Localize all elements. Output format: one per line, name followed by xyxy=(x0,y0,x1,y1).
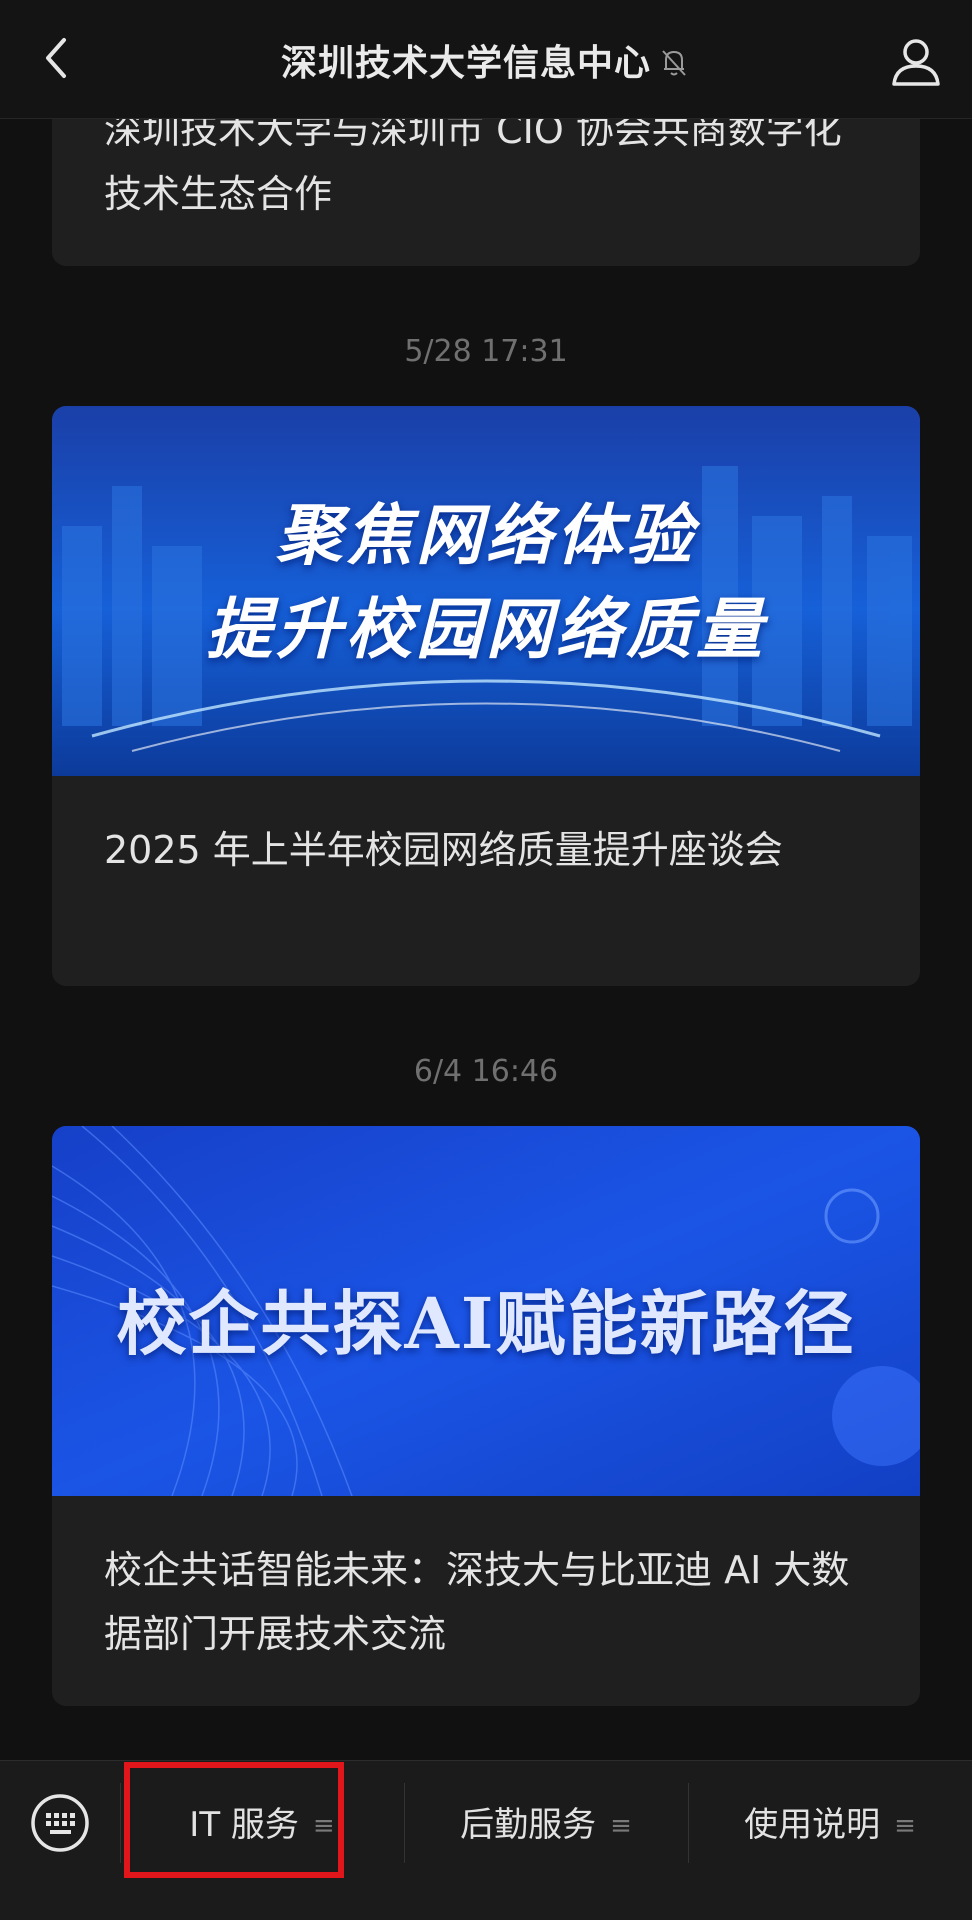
article-banner-image: 聚焦网络体验 提升校园网络质量 xyxy=(52,406,920,776)
menu-lines-icon: ≡ xyxy=(894,1811,916,1841)
banner-subheadline: 提升校园网络质量 xyxy=(206,591,766,668)
article-title: 校企共话智能未来：深技大与比亚迪 AI 大数据部门开展技术交流 xyxy=(104,1548,850,1656)
article-banner-image: 校企共探AI赋能新路径 xyxy=(52,1126,920,1496)
menu-item-label: 后勤服务 xyxy=(460,1805,597,1845)
person-icon[interactable] xyxy=(886,32,946,92)
article-title: 2025 年上半年校园网络质量提升座谈会 xyxy=(104,828,783,872)
keyboard-icon[interactable] xyxy=(30,1793,90,1853)
banner-headline: 校企共探AI赋能新路径 xyxy=(116,1282,856,1365)
banner-headline: 聚焦网络体验 xyxy=(276,497,696,574)
highlight-annotation-box xyxy=(124,1762,344,1878)
chat-screen: 深圳技术大学与深圳市 CIO 协会共商数字化技术生态合作 5/28 17:31 xyxy=(0,0,972,1920)
menu-lines-icon: ≡ xyxy=(610,1811,632,1841)
message-list[interactable]: 深圳技术大学与深圳市 CIO 协会共商数字化技术生态合作 5/28 17:31 xyxy=(0,0,972,1760)
message-timestamp: 5/28 17:31 xyxy=(404,334,568,369)
article-card[interactable]: 聚焦网络体验 提升校园网络质量 2025 年上半年校园网络质量提升座谈会 xyxy=(52,406,920,986)
menu-divider xyxy=(120,1783,121,1863)
menu-divider xyxy=(688,1783,689,1863)
menu-item-user-guide[interactable]: 使用说明 ≡ xyxy=(690,1797,970,1853)
article-card[interactable]: 校企共探AI赋能新路径 校企共话智能未来：深技大与比亚迪 AI 大数据部门开展技… xyxy=(52,1126,920,1706)
menu-divider xyxy=(404,1783,405,1863)
page-title: 深圳技术大学信息中心 xyxy=(0,34,972,86)
account-name: 深圳技术大学信息中心 xyxy=(280,43,651,84)
menu-item-label: 使用说明 xyxy=(744,1805,881,1845)
bell-off-icon xyxy=(657,45,691,79)
top-nav-bar: 深圳技术大学信息中心 xyxy=(0,0,972,119)
menu-item-logistics-service[interactable]: 后勤服务 ≡ xyxy=(406,1797,686,1853)
message-timestamp: 6/4 16:46 xyxy=(413,1054,559,1089)
